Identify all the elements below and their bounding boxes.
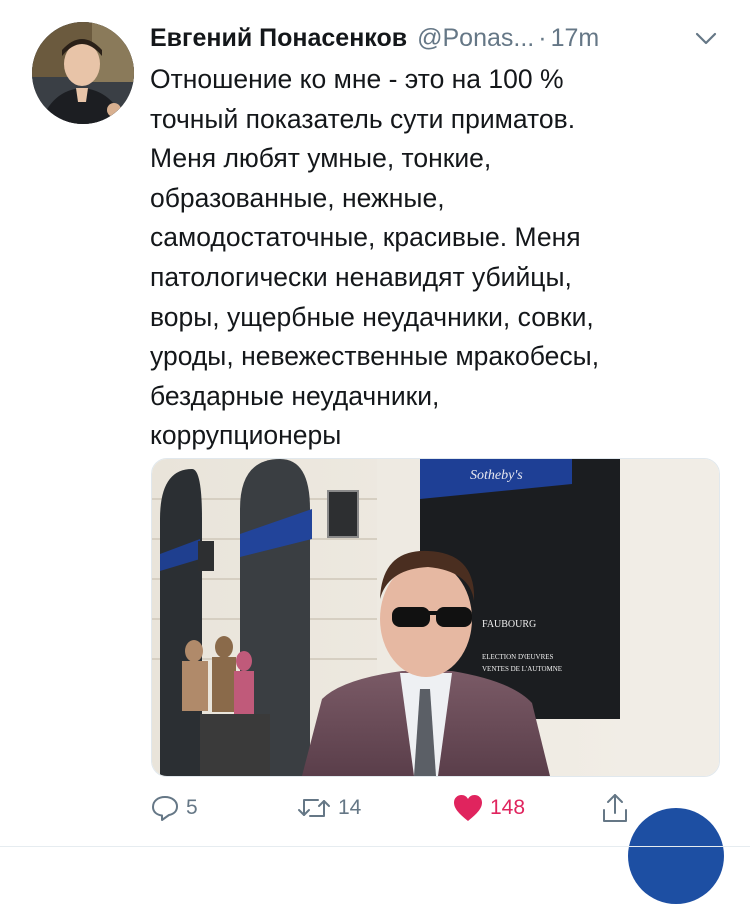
- tweet-text-line: Отношение ко мне - это на 100 %: [150, 64, 564, 94]
- like-count: 148: [490, 796, 526, 819]
- retweet-count: 14: [338, 796, 362, 819]
- reply-count: 5: [186, 796, 198, 819]
- compose-button[interactable]: [628, 808, 724, 904]
- heart-icon: [454, 795, 482, 821]
- tweet-text-line: самодостаточные, красивые. Меня: [150, 222, 581, 253]
- share-button[interactable]: [600, 790, 630, 826]
- window-text: FAUBOURG: [482, 619, 536, 630]
- retweet-button[interactable]: 14: [296, 790, 361, 826]
- tweet-timestamp[interactable]: 17m: [551, 24, 600, 53]
- reply-icon: [152, 796, 178, 821]
- tweet-text-line: коррупционеры: [150, 420, 342, 451]
- tweet-text-line: бездарные неудачники,: [150, 380, 440, 411]
- tweet-text-line: воры, ущербные неудачники, совки,: [150, 301, 594, 332]
- window-text: ELECTION D'ŒUVRES: [482, 653, 554, 661]
- tweet-text-line: Меня любят умные, тонкие,: [150, 143, 492, 174]
- author-handle[interactable]: @Ponas...: [417, 24, 534, 53]
- tweet-media-photo[interactable]: Sotheby's FAUBOURG ELECTION D'ŒUVRES VEN…: [151, 458, 720, 777]
- reply-button[interactable]: 5: [150, 790, 198, 826]
- retweet-icon: [298, 799, 330, 817]
- divider: [0, 846, 750, 847]
- tweet-text-line: уроды, невежественные мракобесы,: [150, 341, 600, 372]
- like-button[interactable]: 148: [452, 790, 525, 826]
- tweet-actions: 5 14 148: [0, 790, 750, 830]
- avatar[interactable]: [32, 22, 134, 124]
- photo-illustration: Sotheby's FAUBOURG ELECTION D'ŒUVRES VEN…: [152, 459, 719, 776]
- window-text: VENTES DE L'AUTOMNE: [482, 665, 562, 673]
- author-name[interactable]: Евгений Понасенков: [150, 24, 407, 53]
- tweet-text: Отношение ко мне - это на 100 % точный п…: [150, 60, 710, 456]
- separator-dot: ·: [538, 23, 547, 52]
- tweet-text-line: образованные, нежные,: [150, 182, 445, 213]
- avatar-image: [32, 22, 134, 124]
- tweet-header: Евгений Понасенков @Ponas... · 17m: [150, 22, 730, 54]
- chevron-down-icon[interactable]: [695, 32, 717, 46]
- tweet-text-line: патологически ненавидят убийцы,: [150, 261, 572, 292]
- awning-text: Sotheby's: [470, 468, 523, 483]
- tweet-text-line: точный показатель сути приматов.: [150, 103, 576, 134]
- share-icon: [603, 794, 627, 822]
